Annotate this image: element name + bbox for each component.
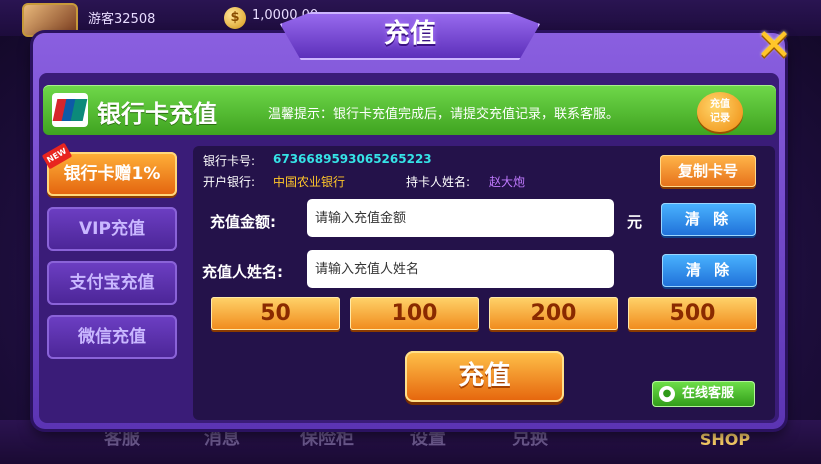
- holder-name-value: 赵大炮: [489, 175, 526, 189]
- close-button[interactable]: ✕: [752, 24, 796, 68]
- card-number-value: 6736689593065265223: [273, 152, 432, 166]
- quick-amount-500[interactable]: 500: [628, 297, 757, 330]
- player-avatar[interactable]: [22, 3, 78, 37]
- amount-input[interactable]: [307, 199, 614, 237]
- header-tip: 温馨提示：银行卡充值完成后，请提交充值记录，联系客服。: [268, 107, 620, 122]
- coin-icon: $: [224, 7, 246, 29]
- payer-name-input[interactable]: [307, 250, 614, 288]
- bank-name-value: 中国农业银行: [273, 175, 346, 189]
- player-username: 游客32508: [88, 12, 156, 27]
- record-button-label: 充值 记录: [710, 99, 730, 124]
- recharge-record-button[interactable]: 充值 记录: [697, 92, 743, 132]
- unionpay-logo-icon: [52, 93, 88, 127]
- quick-amount-200[interactable]: 200: [489, 297, 618, 330]
- bank-name-label: 开户银行:: [203, 175, 256, 189]
- card-number-label: 银行卡号:: [203, 154, 256, 168]
- clear-amount-button[interactable]: 清 除: [661, 203, 756, 236]
- online-service-label: 在线客服: [682, 386, 735, 401]
- tab-wechat[interactable]: 微信充值: [47, 315, 177, 359]
- tab-alipay[interactable]: 支付宝充值: [47, 261, 177, 305]
- quick-amount-50[interactable]: 50: [211, 297, 340, 330]
- chat-bubble-icon: ●: [659, 386, 675, 402]
- online-service-button[interactable]: ● 在线客服: [652, 381, 755, 407]
- clear-name-button[interactable]: 清 除: [662, 254, 757, 287]
- tab-vip[interactable]: VIP充值: [47, 207, 177, 251]
- quick-amount-100[interactable]: 100: [350, 297, 479, 330]
- amount-label: 充值金额:: [210, 213, 276, 231]
- yuan-unit: 元: [627, 213, 643, 231]
- submit-recharge-button[interactable]: 充值: [405, 351, 564, 402]
- header-title: 银行卡充值: [97, 100, 217, 128]
- holder-name-label: 持卡人姓名:: [406, 175, 471, 189]
- payer-name-label: 充值人姓名:: [202, 263, 283, 281]
- copy-card-button[interactable]: 复制卡号: [660, 155, 756, 187]
- modal-title: 充值: [383, 19, 436, 49]
